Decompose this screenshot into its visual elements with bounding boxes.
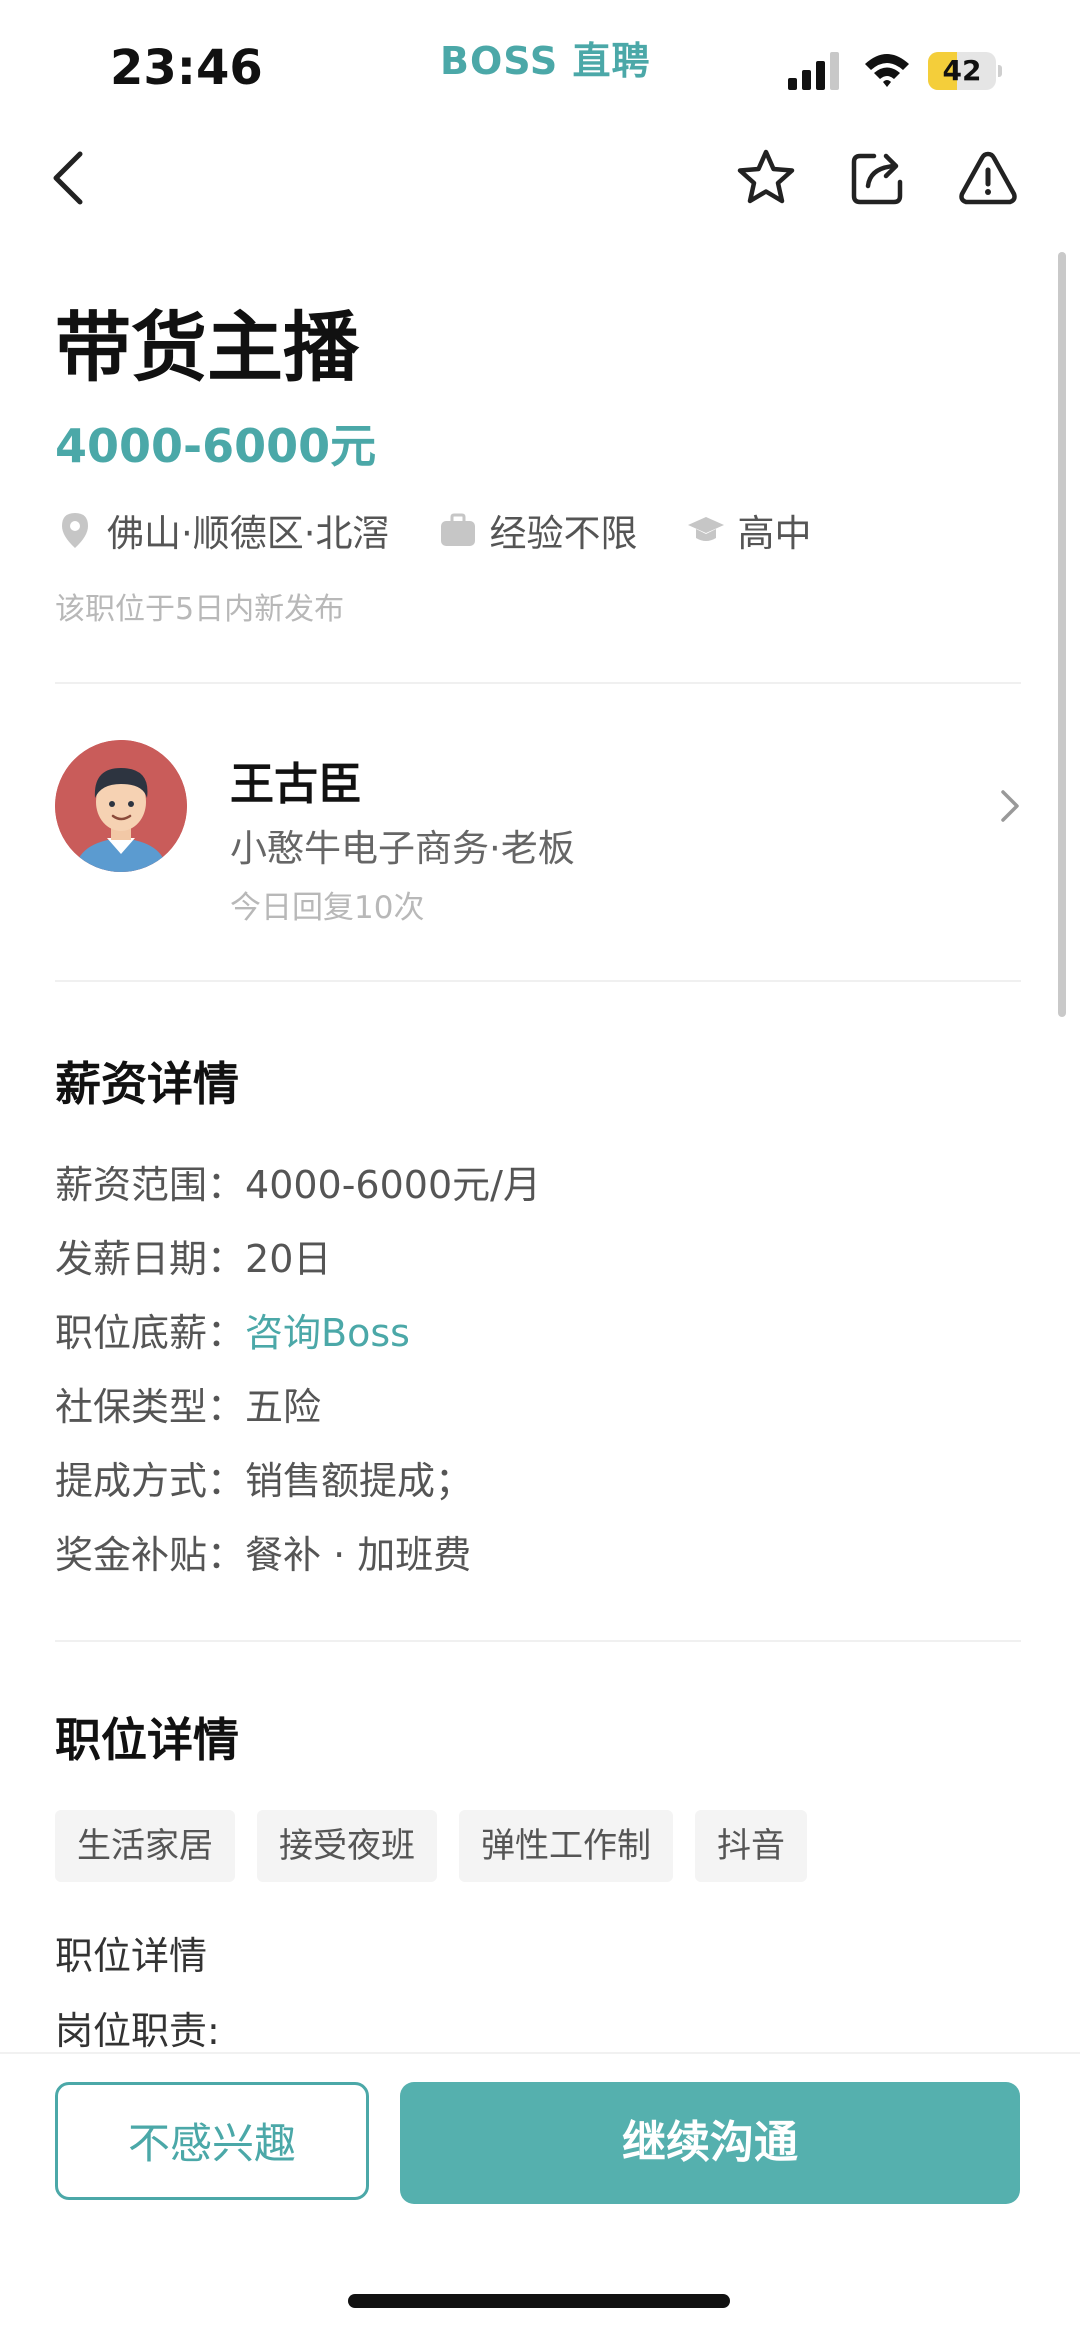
continue-chat-button[interactable]: 继续沟通 bbox=[400, 2082, 1020, 2204]
bonus-row: 奖金补贴： 餐补 · 加班费 bbox=[55, 1518, 1015, 1592]
bottom-action-bar: 不感兴趣 继续沟通 bbox=[0, 2052, 1080, 2339]
location-item: 佛山·顺德区·北滘 bbox=[55, 503, 390, 557]
chevron-right-icon bbox=[1001, 790, 1019, 822]
briefcase-icon bbox=[440, 513, 475, 546]
detail-label: 奖金补贴： bbox=[55, 1533, 246, 1577]
warning-icon[interactable] bbox=[956, 146, 1020, 210]
job-section-title: 职位详情 bbox=[55, 1713, 239, 1767]
recruiter-name: 王古臣 bbox=[230, 759, 362, 810]
graduation-cap-icon bbox=[687, 517, 724, 541]
salary-detail-list: 薪资范围： 4000-6000元/月 发薪日期： 20日 职位底薪： 咨询Boss 社… bbox=[55, 1148, 1015, 1592]
job-tag: 接受夜班 bbox=[257, 1810, 437, 1882]
star-icon[interactable] bbox=[734, 146, 798, 210]
job-meta: 佛山·顺德区·北滘 经验不限 高中 bbox=[55, 500, 860, 560]
detail-value: 五险 bbox=[245, 1385, 322, 1429]
not-interested-button[interactable]: 不感兴趣 bbox=[55, 2082, 369, 2200]
job-location: 佛山·顺德区·北滘 bbox=[107, 512, 390, 555]
detail-label: 发薪日期： bbox=[55, 1237, 246, 1281]
responsibilities-label: 岗位职责: bbox=[55, 2009, 220, 2053]
detail-label: 薪资范围： bbox=[55, 1163, 246, 1207]
detail-label: 社保类型： bbox=[55, 1385, 246, 1429]
job-tag: 弹性工作制 bbox=[459, 1810, 673, 1882]
education-item: 高中 bbox=[686, 503, 812, 557]
recruiter-company: 小憨牛电子商务·老板 bbox=[230, 827, 575, 870]
salary-range-row: 薪资范围： 4000-6000元/月 bbox=[55, 1148, 1015, 1222]
base-salary-row: 职位底薪： 咨询Boss bbox=[55, 1296, 1015, 1370]
detail-label: 职位底薪： bbox=[55, 1311, 246, 1355]
recruiter-reply-stats: 今日回复10次 bbox=[230, 890, 425, 926]
cellular-signal-icon bbox=[788, 52, 839, 90]
job-experience: 经验不限 bbox=[489, 512, 638, 555]
share-icon[interactable] bbox=[846, 146, 910, 210]
insurance-row: 社保类型： 五险 bbox=[55, 1370, 1015, 1444]
detail-value: 销售额提成； bbox=[245, 1459, 474, 1503]
recruiter-card[interactable]: 王古臣 小憨牛电子商务·老板 今日回复10次 bbox=[0, 720, 1080, 940]
ask-boss-link[interactable]: 咨询Boss bbox=[245, 1296, 410, 1370]
back-arrow-icon[interactable] bbox=[40, 146, 104, 210]
home-indicator[interactable] bbox=[348, 2294, 730, 2308]
job-tag: 生活家居 bbox=[55, 1810, 235, 1882]
divider bbox=[55, 1640, 1021, 1642]
job-title: 带货主播 bbox=[55, 303, 359, 392]
app-name: BOSS 直聘 bbox=[440, 39, 651, 83]
divider bbox=[55, 682, 1021, 684]
commission-row: 提成方式： 销售额提成； bbox=[55, 1444, 1015, 1518]
avatar bbox=[55, 740, 187, 872]
wifi-icon bbox=[865, 54, 909, 87]
job-salary: 4000-6000元 bbox=[55, 419, 377, 473]
job-education: 高中 bbox=[737, 512, 812, 555]
detail-value: 4000-6000元/月 bbox=[245, 1163, 541, 1207]
battery-icon: 42 bbox=[928, 52, 1002, 90]
detail-value: 20日 bbox=[245, 1237, 332, 1281]
experience-item: 经验不限 bbox=[438, 503, 638, 557]
status-bar: 23:46 BOSS 直聘 42 bbox=[0, 0, 1080, 120]
posted-notice: 该职位于5日内新发布 bbox=[55, 592, 345, 627]
battery-level: 42 bbox=[942, 54, 982, 87]
detail-label: 提成方式： bbox=[55, 1459, 246, 1503]
salary-section-title: 薪资详情 bbox=[55, 1057, 239, 1111]
job-detail-label: 职位详情 bbox=[55, 1934, 208, 1978]
status-time: 23:46 bbox=[110, 40, 263, 96]
detail-value: 餐补 · 加班费 bbox=[245, 1533, 472, 1577]
job-tags: 生活家居 接受夜班 弹性工作制 抖音 bbox=[55, 1810, 829, 1882]
job-tag: 抖音 bbox=[695, 1810, 807, 1882]
location-pin-icon bbox=[62, 513, 88, 548]
payday-row: 发薪日期： 20日 bbox=[55, 1222, 1015, 1296]
divider bbox=[55, 980, 1021, 982]
